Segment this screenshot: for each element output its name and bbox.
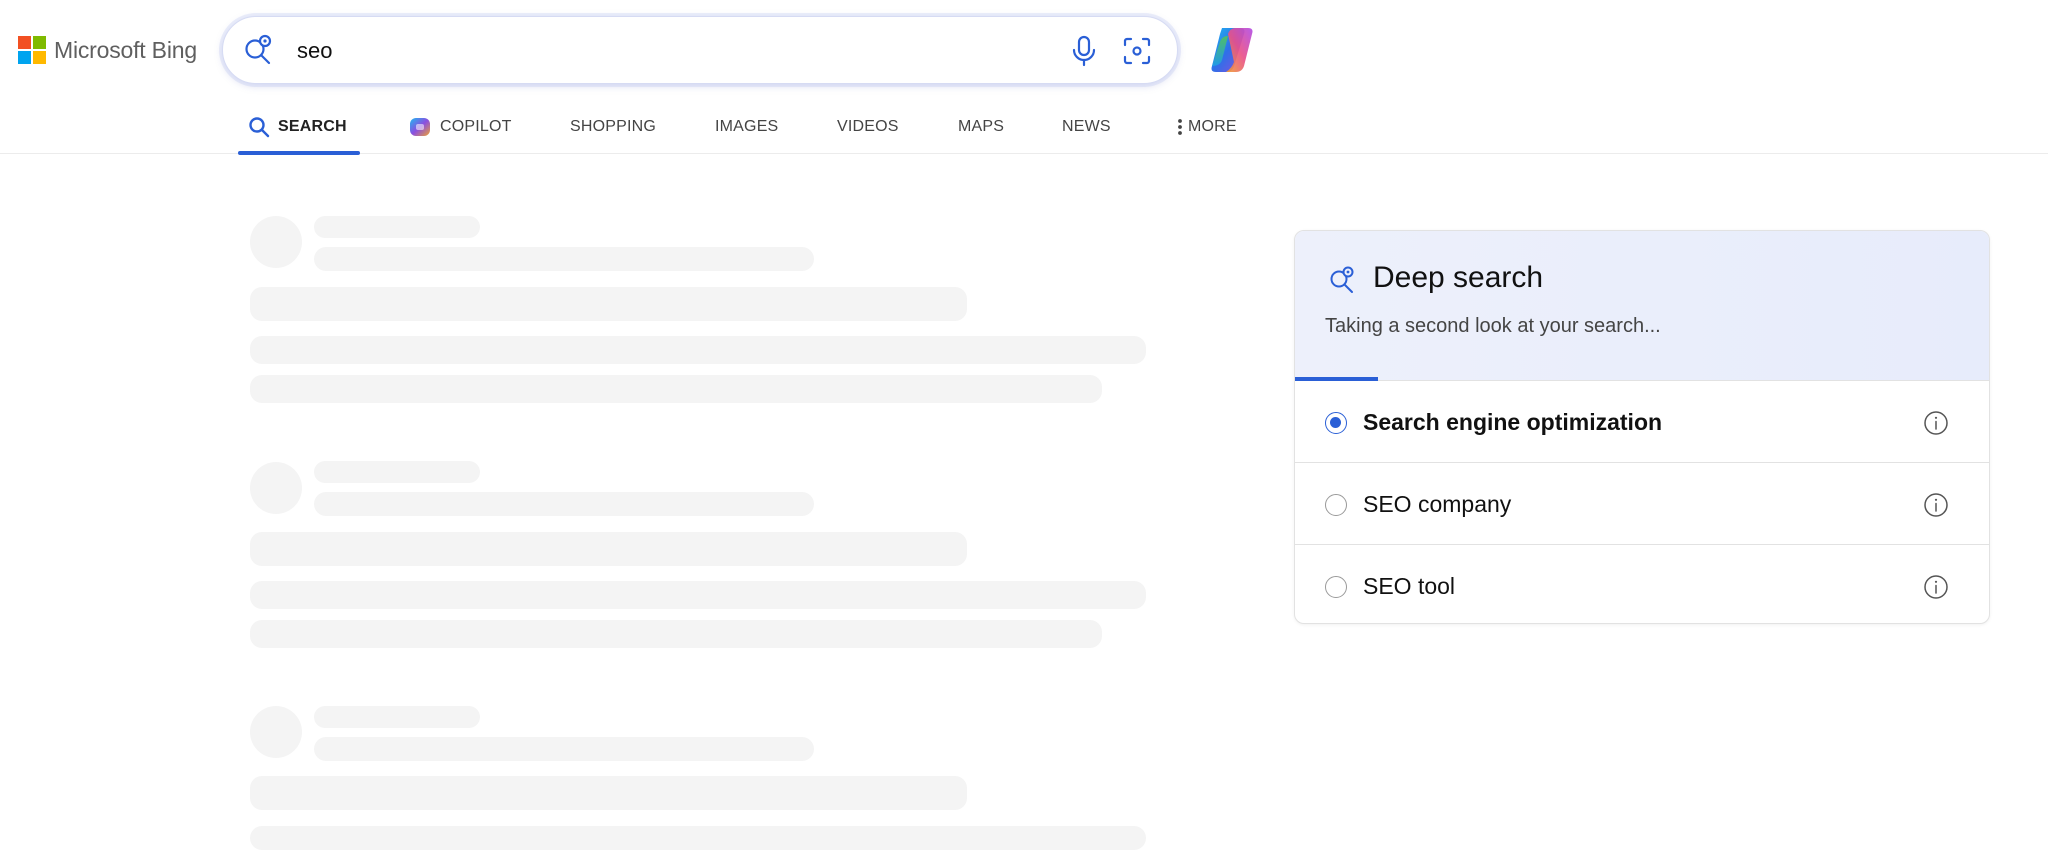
option-radio[interactable] — [1325, 412, 1347, 434]
copilot-icon[interactable] — [1204, 22, 1260, 78]
deep-search-progress-bar — [1295, 377, 1379, 381]
skeleton-line — [250, 532, 967, 566]
deep-search-option[interactable]: SEO tool — [1295, 546, 1989, 623]
option-label: SEO company — [1363, 491, 1512, 517]
copilot-icon — [410, 118, 430, 136]
option-label: Search engine optimization — [1363, 409, 1663, 435]
tab-more-label: MORE — [1188, 118, 1237, 135]
tab-more[interactable]: MORE — [1176, 100, 1237, 154]
microphone-icon[interactable] — [1069, 34, 1099, 68]
tab-search[interactable]: SEARCH — [238, 100, 360, 155]
tab-shopping[interactable]: SHOPPING — [570, 100, 656, 154]
deep-search-option[interactable]: Search engine optimization — [1295, 382, 1989, 463]
skeleton-line — [250, 287, 967, 321]
search-icon — [249, 117, 270, 138]
bing-logo[interactable]: Microsoft Bing — [18, 36, 197, 64]
skeleton-line — [250, 375, 1102, 403]
deep-search-header: Deep search Taking a second look at your… — [1295, 231, 1989, 381]
skeleton-line — [314, 737, 814, 761]
tab-search-label: SEARCH — [278, 118, 347, 135]
skeleton-line — [250, 620, 1102, 648]
info-icon[interactable] — [1923, 574, 1949, 600]
deep-search-option[interactable]: SEO company — [1295, 464, 1989, 545]
skeleton-line — [314, 461, 480, 483]
tab-maps[interactable]: MAPS — [958, 100, 1004, 154]
skeleton-line — [314, 216, 480, 238]
option-radio[interactable] — [1325, 494, 1347, 516]
tab-copilot[interactable]: COPILOT — [408, 100, 512, 154]
skeleton-favicon — [250, 706, 302, 758]
deep-search-title: Deep search — [1373, 261, 1544, 294]
skeleton-line — [250, 826, 1146, 850]
deep-search-icon — [1330, 266, 1354, 293]
microsoft-logo-icon — [18, 36, 46, 64]
tab-news-label: NEWS — [1062, 118, 1111, 135]
info-icon[interactable] — [1923, 492, 1949, 518]
tab-shopping-label: SHOPPING — [570, 118, 657, 135]
deep-search-status: Taking a second look at your search... — [1325, 315, 1661, 337]
active-tab-indicator — [238, 151, 360, 155]
tab-images-label: IMAGES — [715, 118, 779, 135]
tab-maps-label: MAPS — [958, 118, 1005, 135]
tab-videos-label: VIDEOS — [837, 118, 899, 135]
info-icon[interactable] — [1923, 410, 1949, 436]
skeleton-line — [314, 247, 814, 271]
search-input[interactable] — [297, 33, 937, 69]
tab-copilot-label: COPILOT — [440, 118, 512, 135]
search-box[interactable] — [222, 16, 1178, 84]
visual-search-icon[interactable] — [1121, 35, 1153, 67]
deep-search-panel: Deep search Taking a second look at your… — [1294, 230, 1990, 624]
skeleton-line — [250, 776, 967, 810]
skeleton-line — [314, 492, 814, 516]
tab-videos[interactable]: VIDEOS — [837, 100, 899, 154]
skeleton-line — [250, 336, 1146, 364]
bing-results-page: Microsoft Bing seo SEARCH COPILOT SHOPPI… — [0, 0, 2048, 850]
option-label: SEO tool — [1363, 573, 1456, 599]
deep-search-icon[interactable] — [241, 32, 277, 68]
option-radio[interactable] — [1325, 576, 1347, 598]
skeleton-favicon — [250, 462, 302, 514]
more-vertical-icon — [1178, 119, 1182, 135]
skeleton-line — [250, 581, 1146, 609]
skeleton-line — [314, 706, 480, 728]
tab-images[interactable]: IMAGES — [715, 100, 778, 154]
skeleton-favicon — [250, 216, 302, 268]
vertical-tabs: SEARCH COPILOT SHOPPING IMAGES VIDEOS MA… — [0, 100, 2048, 155]
brand-name: Microsoft Bing — [54, 36, 197, 63]
tab-news[interactable]: NEWS — [1062, 100, 1111, 154]
